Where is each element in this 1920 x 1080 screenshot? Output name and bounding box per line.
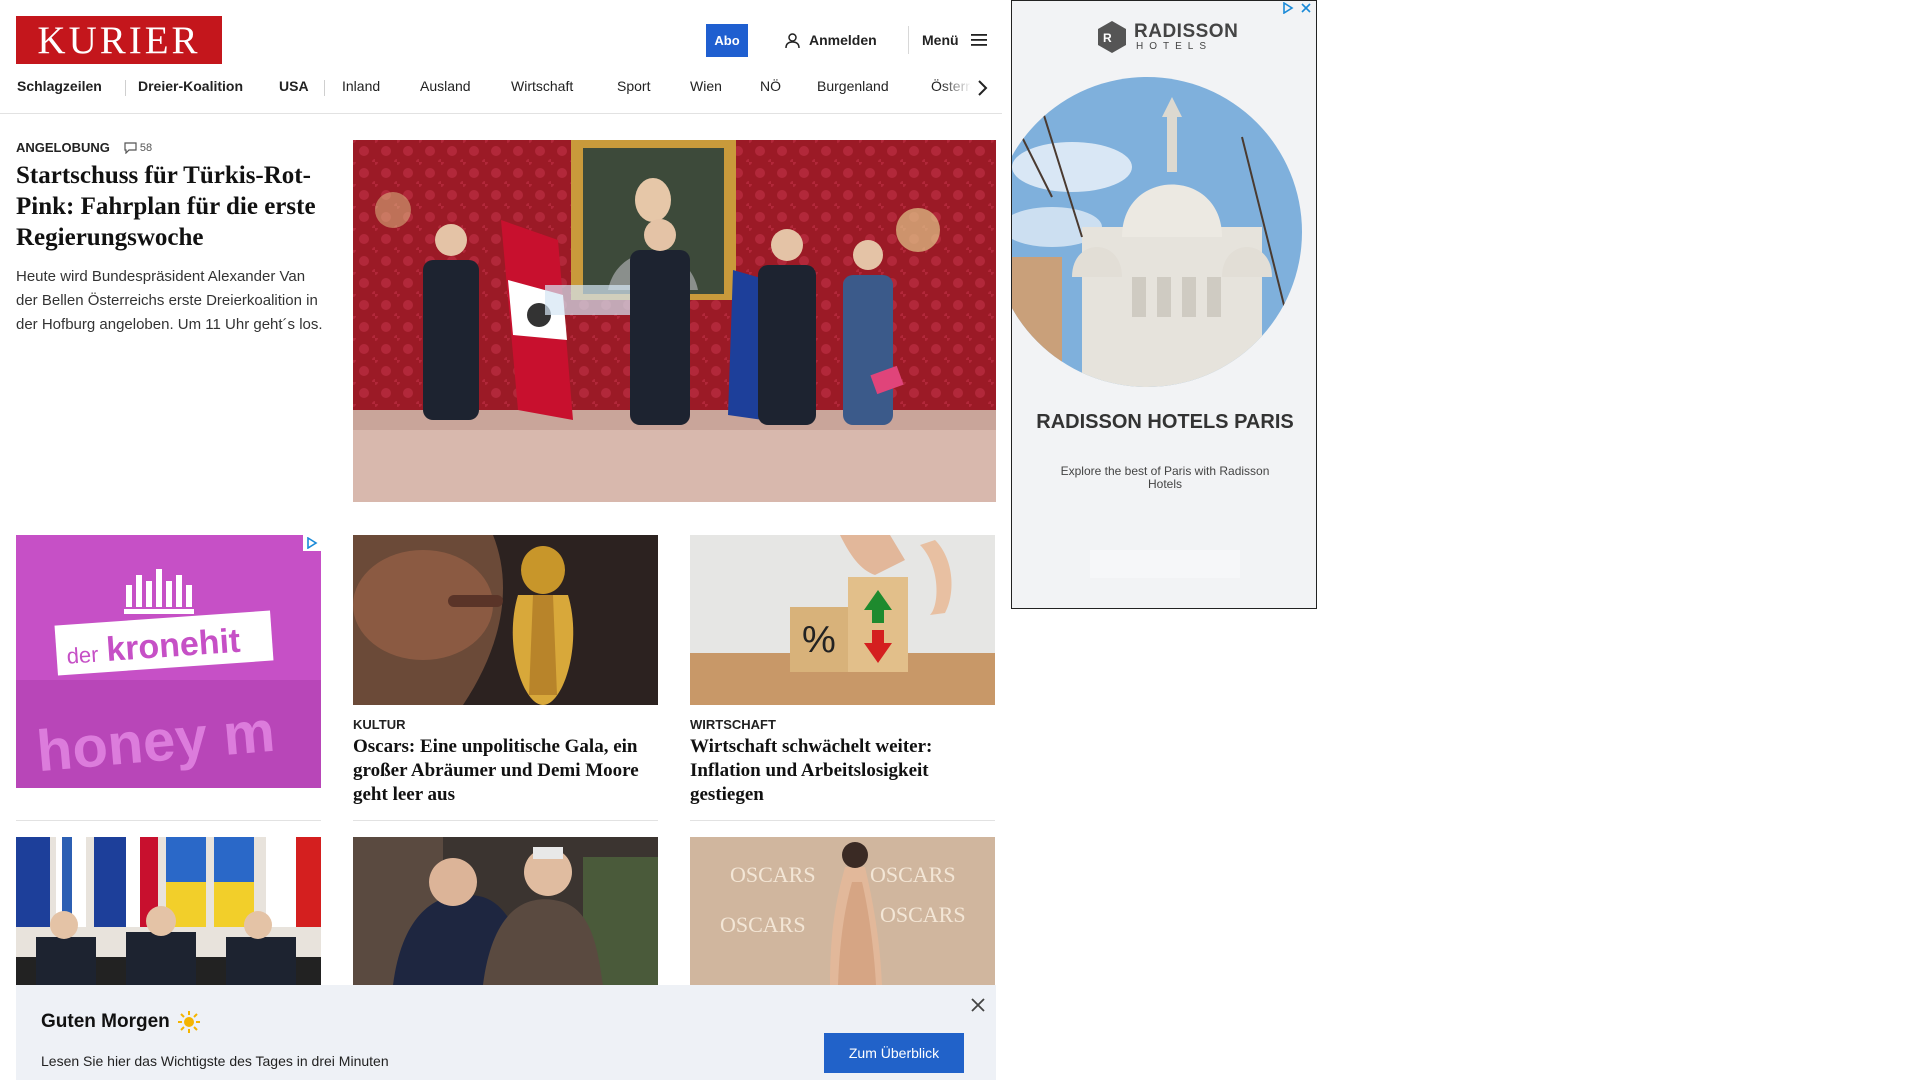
comment-count-value: 58 <box>139 141 153 154</box>
svg-text:OSCARS: OSCARS <box>720 912 806 937</box>
lead-headline[interactable]: Startschuss für Türkis-Rot-Pink: Fahrpla… <box>16 160 326 253</box>
nav-item-burgenland[interactable]: Burgenland <box>817 78 889 94</box>
sun-icon <box>177 1011 200 1033</box>
radisson-logo-text: RADISSON <box>1134 21 1239 42</box>
nav-divider <box>125 80 126 96</box>
card-image-red-carpet[interactable]: OSCARS OSCARS OSCARS OSCARS <box>690 837 995 985</box>
radisson-logo-mark: R <box>1098 21 1126 53</box>
card-divider <box>16 820 321 821</box>
nav-item-sport[interactable]: Sport <box>617 78 650 94</box>
card-headline-oscars[interactable]: Oscars: Eine unpolitische Gala, ein groß… <box>353 735 658 807</box>
hofburg-photo <box>353 140 996 502</box>
kronehit-der-text: der <box>66 642 99 669</box>
banner-title: Guten Morgen <box>41 1011 200 1033</box>
lead-meta: ANGELOBUNG 58 <box>16 140 152 155</box>
card-kicker-kultur[interactable]: KULTUR <box>353 717 405 732</box>
svg-text:%: % <box>802 619 836 661</box>
nav-divider <box>324 80 325 96</box>
ad-corner-controls <box>1282 2 1312 14</box>
ad-close-icon[interactable] <box>1300 2 1312 14</box>
nav-item-wien[interactable]: Wien <box>690 78 722 94</box>
close-icon[interactable] <box>969 996 987 1014</box>
kronehit-ad[interactable]: honey m der kronehit <box>16 535 321 788</box>
card-image-handshake[interactable] <box>353 837 658 985</box>
card-image-wirtschaft[interactable]: % <box>690 535 995 705</box>
card-image-oscars[interactable] <box>353 535 658 705</box>
card-image-flags[interactable] <box>16 837 321 985</box>
nav-item-dreier-koalition[interactable]: Dreier-Koalition <box>138 78 243 94</box>
nav-item-wirtschaft[interactable]: Wirtschaft <box>511 78 573 94</box>
adchoices-icon[interactable] <box>1282 2 1294 14</box>
nav-item-ausland[interactable]: Ausland <box>420 78 471 94</box>
menu-button[interactable]: Menü <box>922 29 987 51</box>
nav-item-usa[interactable]: USA <box>279 78 309 94</box>
sacre-coeur-photo <box>1012 77 1302 387</box>
svg-text:OSCARS: OSCARS <box>730 862 816 887</box>
radisson-ad[interactable]: R RADISSON HOTELS RADISSON HOTELS PARIS … <box>1011 0 1317 609</box>
nav-item-inland[interactable]: Inland <box>342 78 380 94</box>
abo-button[interactable]: Abo <box>706 24 748 57</box>
hamburger-icon <box>970 34 987 46</box>
inflation-cubes-photo: % <box>690 535 995 705</box>
kurier-logo[interactable]: KURIER <box>16 16 222 64</box>
handshake-photo <box>353 837 658 985</box>
banner-title-text: Guten Morgen <box>41 1011 170 1032</box>
chevron-right-icon[interactable] <box>974 78 990 98</box>
comment-icon <box>124 141 137 154</box>
user-icon <box>785 32 800 48</box>
header-divider <box>908 26 909 54</box>
adchoices-icon[interactable] <box>303 535 321 551</box>
nav-item-noe[interactable]: NÖ <box>760 78 781 94</box>
oscars-backdrop-photo: OSCARS OSCARS OSCARS OSCARS <box>690 837 995 985</box>
lead-kicker[interactable]: ANGELOBUNG <box>16 140 110 155</box>
svg-text:R: R <box>1103 31 1112 45</box>
radisson-ad-subtitle: Explore the best of Paris with Radisson … <box>1060 464 1270 491</box>
kronehit-ad-graphic: honey m der kronehit <box>16 535 321 788</box>
banner-text: Lesen Sie hier das Wichtigste des Tages … <box>41 1053 389 1069</box>
overview-button[interactable]: Zum Überblick <box>824 1033 964 1073</box>
radisson-ad-title: RADISSON HOTELS PARIS <box>1036 411 1294 433</box>
oscar-statue-photo <box>353 535 658 705</box>
nav-divider-line <box>0 113 1002 114</box>
svg-text:OSCARS: OSCARS <box>870 862 956 887</box>
radisson-cta-button[interactable] <box>1090 550 1240 578</box>
login-label: Anmelden <box>809 32 877 48</box>
login-link[interactable]: Anmelden <box>784 29 877 51</box>
lead-teaser[interactable]: Heute wird Bundespräsident Alexander Van… <box>16 265 326 337</box>
card-divider <box>353 820 658 821</box>
card-kicker-wirtschaft[interactable]: WIRTSCHAFT <box>690 717 776 732</box>
svg-text:OSCARS: OSCARS <box>880 902 966 927</box>
nav-item-schlagzeilen[interactable]: Schlagzeilen <box>17 78 102 94</box>
morning-briefing-banner: Guten Morgen Lesen Sie hier das Wichtigs… <box>16 985 996 1080</box>
menu-label: Menü <box>922 32 959 48</box>
leaders-flags-photo <box>16 837 321 985</box>
section-nav: Schlagzeilen Dreier-Koalition USA Inland… <box>16 78 996 98</box>
comment-count[interactable]: 58 <box>124 142 152 154</box>
lead-image[interactable] <box>353 140 996 502</box>
card-divider <box>690 820 995 821</box>
card-headline-wirtschaft[interactable]: Wirtschaft schwächelt weiter: Inflation … <box>690 735 995 807</box>
radisson-logo-subtext: HOTELS <box>1136 41 1213 52</box>
